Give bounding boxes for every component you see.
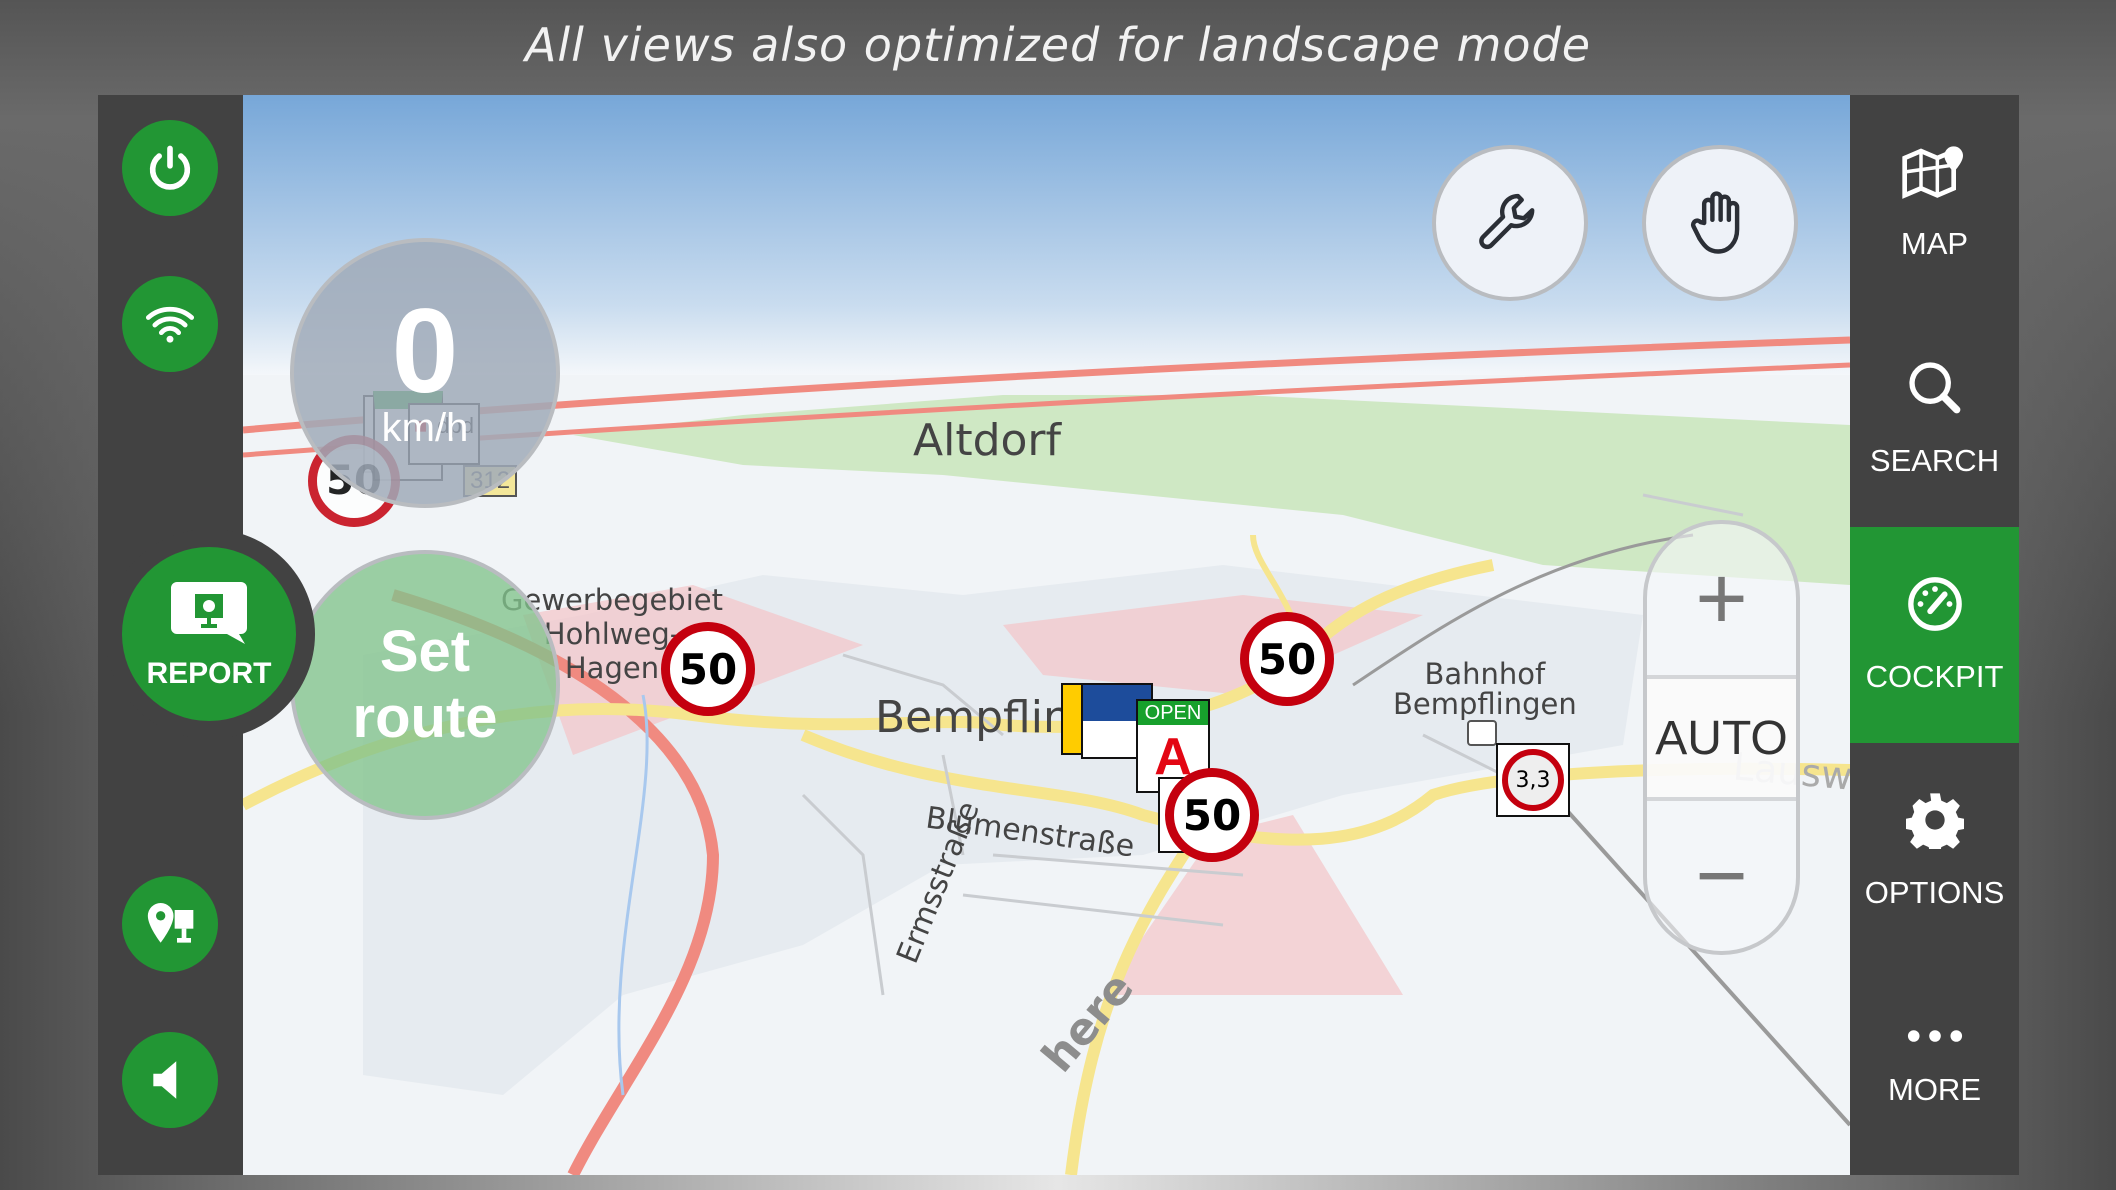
speedometer-display: 0 km/h — [290, 238, 560, 508]
nav-label: MAP — [1900, 226, 1969, 261]
speaker-icon — [153, 1061, 177, 1099]
app-window: here Altdorf Gewerbegebiet Hohlweg- Hage… — [98, 95, 2019, 1175]
sound-button[interactable] — [122, 1032, 218, 1128]
nav-map[interactable]: MAP — [1850, 95, 2019, 311]
more-icon — [1907, 1030, 1962, 1042]
speed-limit-sign: 50 — [1165, 768, 1259, 862]
location-camera-icon — [147, 903, 194, 943]
map-view[interactable]: here Altdorf Gewerbegebiet Hohlweg- Hage… — [243, 95, 1850, 1175]
nav-cockpit[interactable]: COCKPIT — [1850, 527, 2019, 743]
left-toolbar: REPORT — [98, 95, 315, 1175]
report-label: REPORT — [146, 657, 272, 690]
pan-mode-button[interactable] — [1642, 145, 1798, 301]
nav-label: MORE — [1888, 1072, 1981, 1107]
place-label-altdorf: Altdorf — [913, 415, 1062, 466]
height-limit-value: 3,3 — [1502, 749, 1564, 811]
nav-label: OPTIONS — [1864, 875, 2005, 910]
right-nav: MAP SEARCH COCKPIT OPTIONS MORE — [1850, 95, 2019, 1175]
nav-search[interactable]: SEARCH — [1850, 311, 2019, 527]
open-badge: OPEN — [1138, 701, 1208, 725]
hand-icon — [1690, 191, 1740, 254]
set-route-label: Set — [379, 619, 471, 684]
train-station-icon — [1467, 720, 1497, 746]
nav-options[interactable]: OPTIONS — [1850, 743, 2019, 959]
auto-zoom-button[interactable]: AUTO — [1647, 679, 1796, 801]
wifi-button[interactable] — [122, 276, 218, 372]
speed-camera-report-icon — [171, 582, 247, 644]
power-button[interactable] — [122, 120, 218, 216]
gear-icon — [1905, 793, 1964, 849]
set-route-button[interactable]: Set route — [290, 550, 560, 820]
label-line: Bahnhof — [1424, 657, 1546, 691]
power-icon — [149, 145, 191, 190]
wifi-icon — [145, 306, 195, 343]
banner-title: All views also optimized for landscape m… — [524, 18, 1592, 72]
height-limit-sign: 3,3 — [1496, 743, 1570, 817]
search-icon — [1908, 362, 1960, 414]
tools-button[interactable] — [1432, 145, 1588, 301]
nav-label: SEARCH — [1869, 443, 2000, 478]
zoom-in-button[interactable]: + — [1647, 524, 1796, 679]
speedometer-icon — [1907, 577, 1962, 631]
speed-limit-sign: 50 — [661, 622, 755, 716]
map-pin-icon — [1901, 146, 1963, 199]
zoom-out-button[interactable]: − — [1647, 801, 1796, 951]
speed-limit-sign: 50 — [1240, 612, 1334, 706]
zoom-control: + AUTO − — [1643, 520, 1800, 955]
nav-label: COCKPIT — [1865, 659, 2004, 694]
wrench-icon — [1479, 193, 1535, 250]
speed-unit: km/h — [381, 405, 469, 450]
label-line: Bempflingen — [1393, 687, 1577, 721]
set-route-label: route — [352, 685, 498, 750]
report-button[interactable]: REPORT — [122, 547, 296, 721]
place-label-bahnhof: Bahnhof Bempflingen — [1393, 659, 1577, 719]
nav-more[interactable]: MORE — [1850, 959, 2019, 1175]
location-camera-button[interactable] — [122, 876, 218, 972]
speed-value: 0 — [391, 283, 459, 418]
